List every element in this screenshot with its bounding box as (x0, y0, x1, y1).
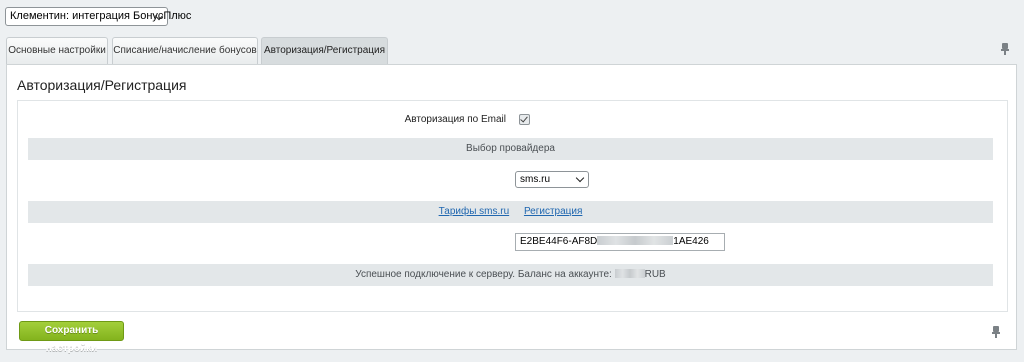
chevron-down-icon (149, 8, 167, 25)
registration-link[interactable]: Регистрация (524, 206, 582, 217)
chevron-down-icon (570, 172, 588, 187)
tab-label: Авторизация/Регистрация (263, 45, 386, 56)
pin-icon[interactable] (1001, 43, 1009, 55)
site-select[interactable]: Клементин: интеграция БонусПлюс (5, 7, 191, 26)
save-button-label: Сохранить настройки (44, 325, 99, 354)
pin-icon[interactable] (992, 326, 1000, 338)
balance-currency: RUB (644, 269, 666, 280)
provider-section-title: Выбор провайдера (466, 143, 555, 154)
tab-label: Основные настройки (8, 45, 106, 56)
status-text: Успешное подключение к серверу. Баланс н… (355, 269, 612, 280)
provider-section-header: Выбор провайдера (28, 138, 993, 160)
settings-panel: Авторизация/Регистрация Авторизация по E… (6, 64, 1017, 350)
panel-title: Авторизация/Регистрация (17, 77, 187, 93)
api-key-prefix: E2BE44F6-AF8D (520, 236, 598, 247)
connection-status-row: Успешное подключение к серверу. Баланс н… (28, 264, 993, 286)
api-key-suffix: 1AE426 (673, 236, 709, 247)
provider-select-value: sms.ru (520, 174, 550, 185)
tab-bonus-writeoff[interactable]: Списание/начисление бонусов (112, 37, 258, 64)
tab-auth-registration[interactable]: Авторизация/Регистрация (261, 37, 388, 65)
api-key-input[interactable]: E2BE44F6-AF8D 1AE426 (515, 233, 725, 251)
save-settings-button[interactable]: Сохранить настройки (19, 321, 124, 354)
provider-select[interactable]: sms.ru (515, 171, 589, 188)
settings-form: Авторизация по Email Выбор провайдера sm… (17, 100, 1008, 312)
email-auth-label: Авторизация по Email (404, 114, 506, 125)
email-auth-checkbox[interactable] (519, 114, 530, 125)
redacted-balance (614, 269, 645, 278)
redacted-block (597, 236, 674, 245)
tab-main-settings[interactable]: Основные настройки (6, 37, 108, 64)
provider-links-row: Тарифы sms.ru Регистрация (28, 201, 993, 223)
tariffs-link[interactable]: Тарифы sms.ru (439, 206, 510, 217)
tab-label: Списание/начисление бонусов (113, 45, 257, 56)
